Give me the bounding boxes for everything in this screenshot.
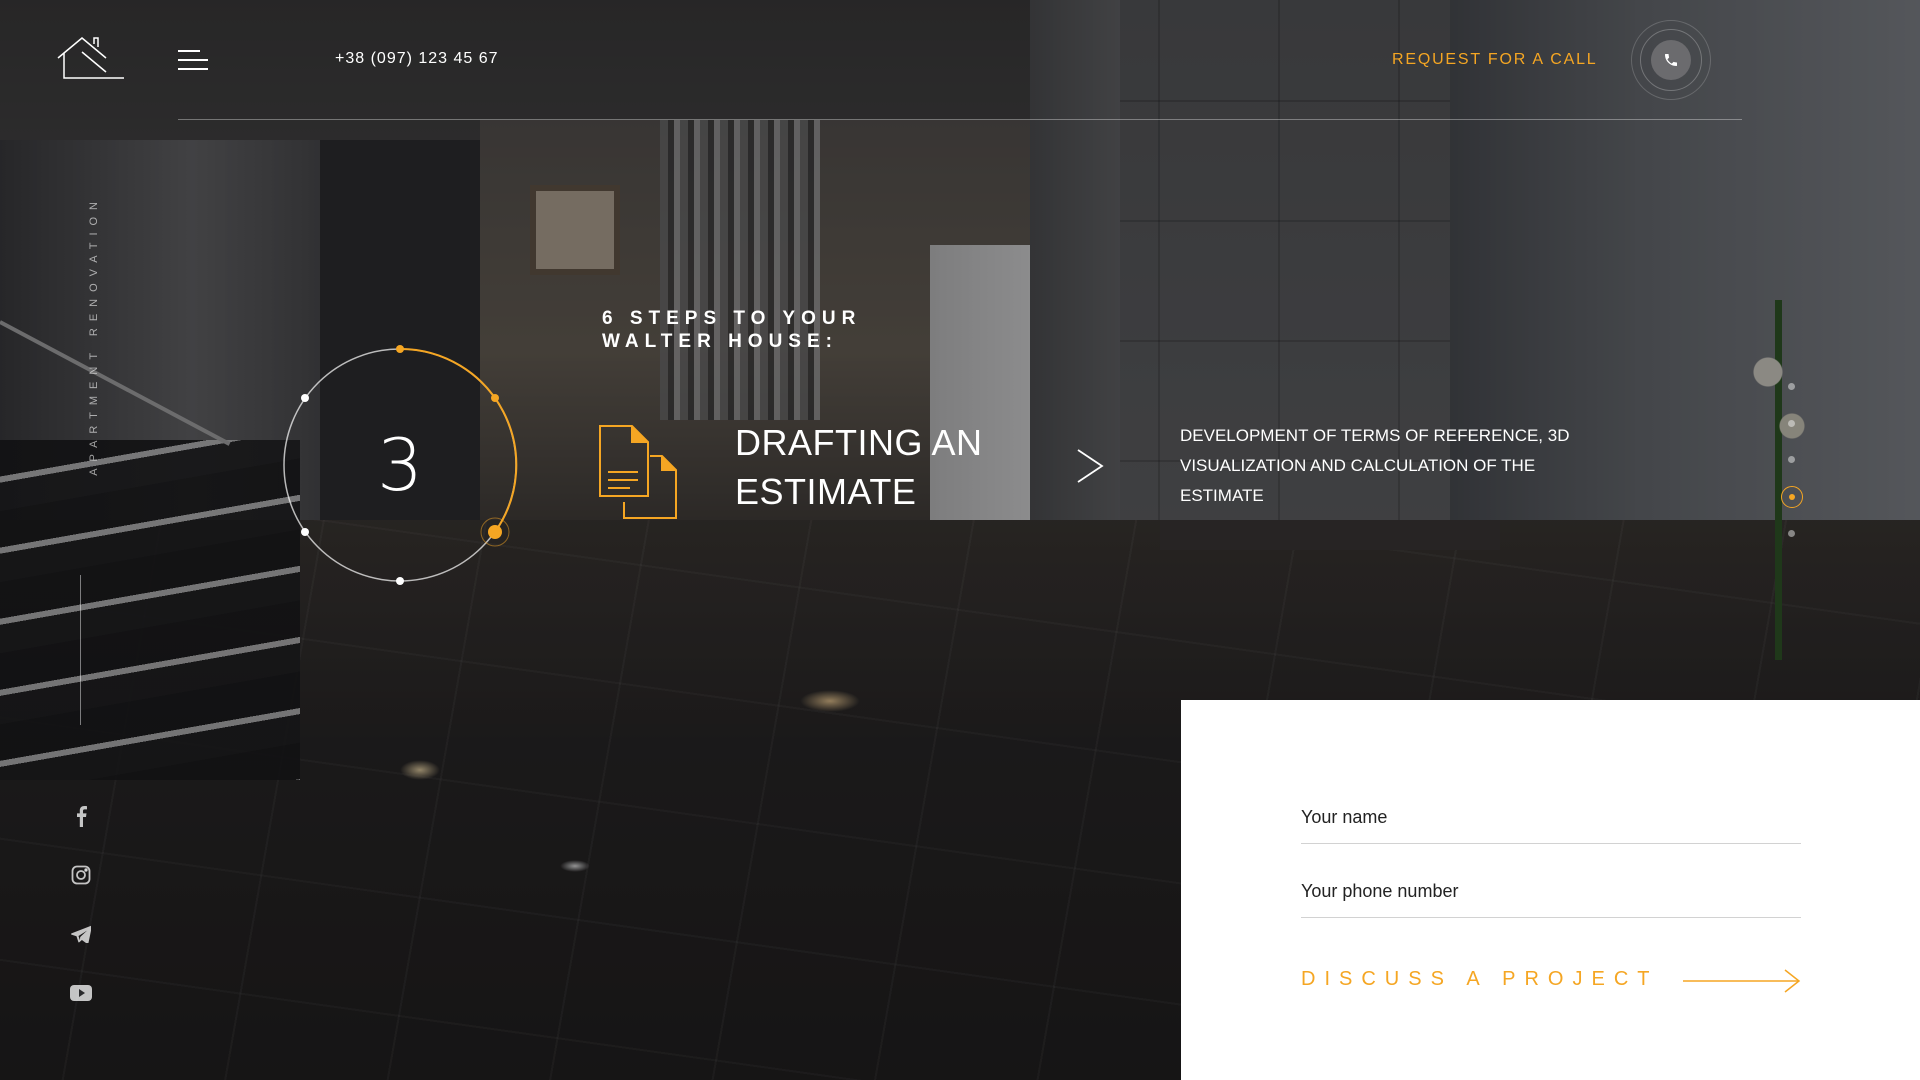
pagination-dot[interactable] bbox=[1788, 530, 1795, 537]
pagination-dot[interactable] bbox=[1788, 383, 1795, 390]
menu-icon[interactable] bbox=[178, 50, 208, 72]
contact-form: DISCUSS A PROJECT bbox=[1181, 700, 1920, 1080]
request-call-link[interactable]: REQUEST FOR A CALL bbox=[1392, 51, 1598, 69]
phone-input[interactable] bbox=[1301, 866, 1801, 918]
steps-title: 6 STEPS TO YOUR WALTER HOUSE: bbox=[602, 308, 862, 352]
current-step-number: 3 bbox=[377, 423, 423, 507]
name-input[interactable] bbox=[1301, 792, 1801, 844]
call-button[interactable] bbox=[1631, 20, 1711, 100]
next-step-arrow-icon[interactable] bbox=[1076, 448, 1104, 484]
phone-icon bbox=[1665, 54, 1677, 66]
vertical-section-label: APARTMENT RENOVATION bbox=[88, 195, 100, 476]
step-point[interactable] bbox=[491, 394, 499, 402]
social-links bbox=[68, 805, 94, 1045]
step-heading: DRAFTING AN ESTIMATE bbox=[735, 422, 983, 512]
discuss-project-button[interactable]: DISCUSS A PROJECT bbox=[1301, 968, 1659, 991]
step-point[interactable] bbox=[396, 577, 404, 585]
arrow-right-icon[interactable] bbox=[1681, 968, 1803, 994]
youtube-icon[interactable] bbox=[68, 985, 94, 1011]
header-divider bbox=[178, 119, 1742, 120]
pagination-dot-active[interactable] bbox=[1781, 486, 1803, 508]
pagination-dot[interactable] bbox=[1788, 420, 1795, 427]
header-phone-number[interactable]: +38 (097) 123 45 67 bbox=[335, 50, 499, 68]
house-logo-icon[interactable] bbox=[54, 34, 126, 82]
facebook-icon[interactable] bbox=[68, 805, 94, 831]
step-point[interactable] bbox=[396, 345, 404, 353]
documents-icon bbox=[599, 425, 677, 519]
telegram-icon[interactable] bbox=[68, 925, 94, 951]
step-point-active[interactable] bbox=[488, 525, 502, 539]
pagination-dot[interactable] bbox=[1788, 456, 1795, 463]
step-point[interactable] bbox=[301, 528, 309, 536]
instagram-icon[interactable] bbox=[68, 865, 94, 891]
step-description: DEVELOPMENT OF TERMS OF REFERENCE, 3D VI… bbox=[1180, 426, 1570, 505]
vertical-divider bbox=[80, 575, 81, 725]
step-point[interactable] bbox=[301, 394, 309, 402]
